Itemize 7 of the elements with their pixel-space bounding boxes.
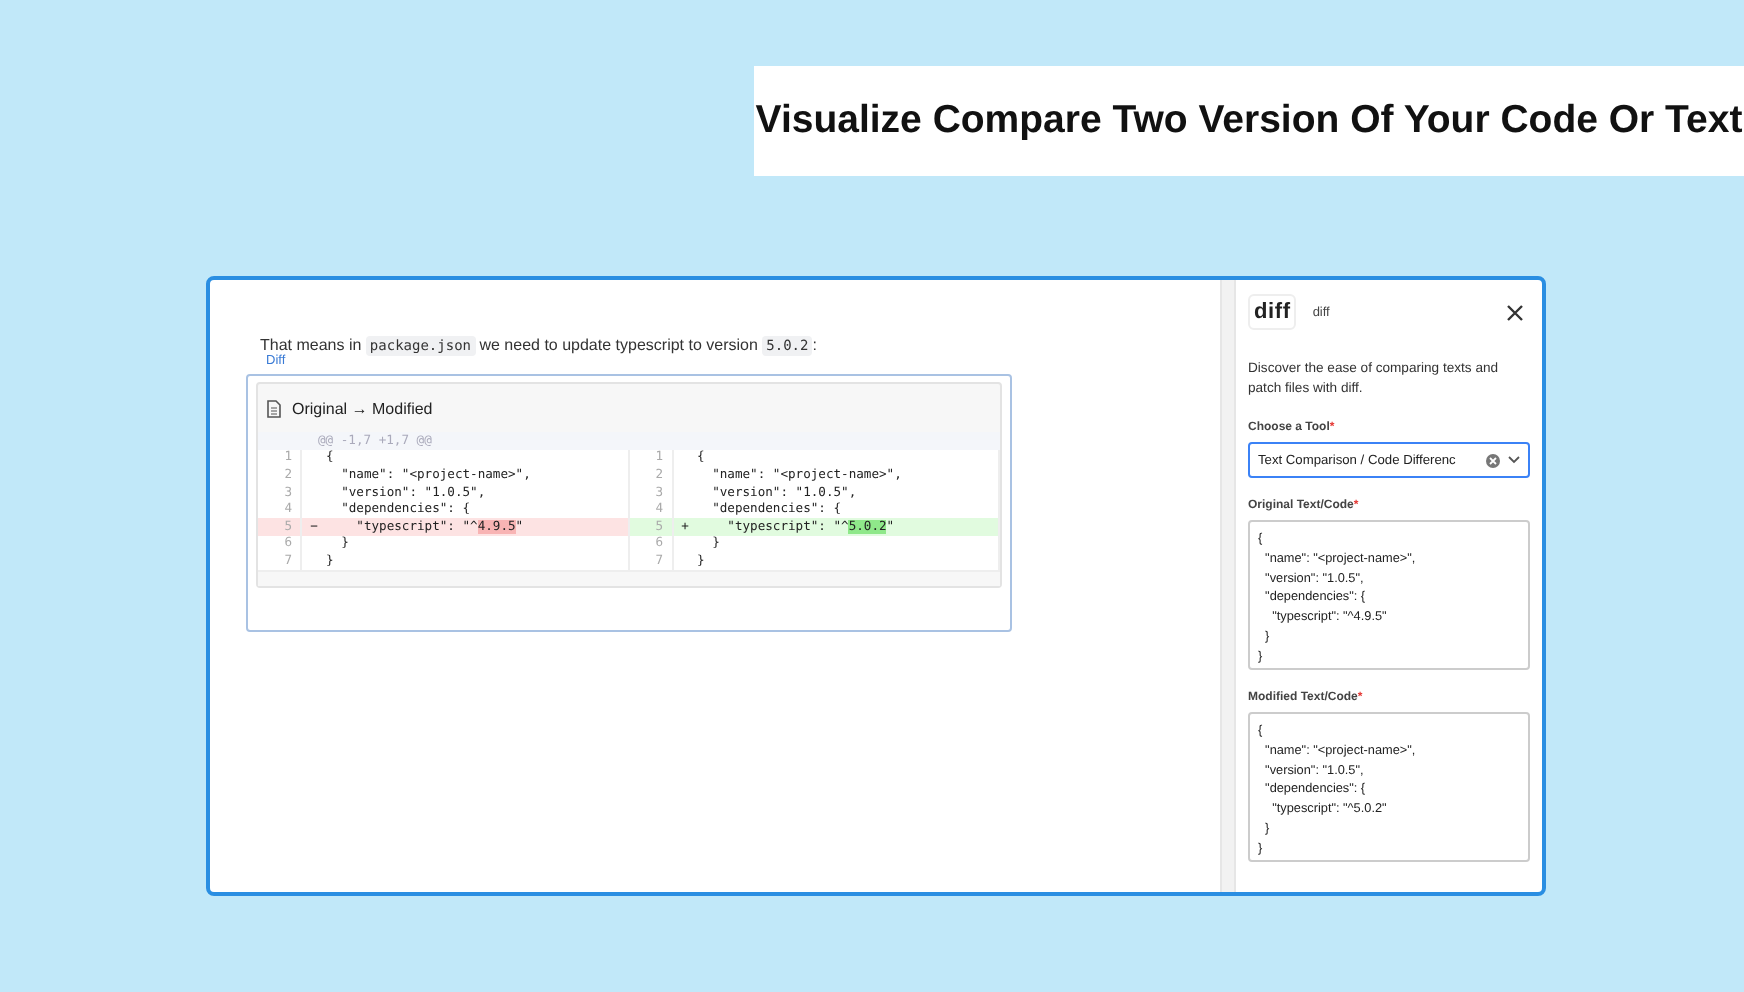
diff-title: Original → Modified <box>292 399 433 417</box>
diff-logo: diff <box>1248 294 1297 330</box>
headline: Visualize Compare Two Version Of Your Code Or Text <box>754 66 1744 176</box>
chevron-down-icon[interactable] <box>1508 456 1520 464</box>
close-icon[interactable] <box>1506 303 1524 321</box>
file-icon <box>266 399 282 417</box>
clear-icon[interactable] <box>1486 453 1500 467</box>
